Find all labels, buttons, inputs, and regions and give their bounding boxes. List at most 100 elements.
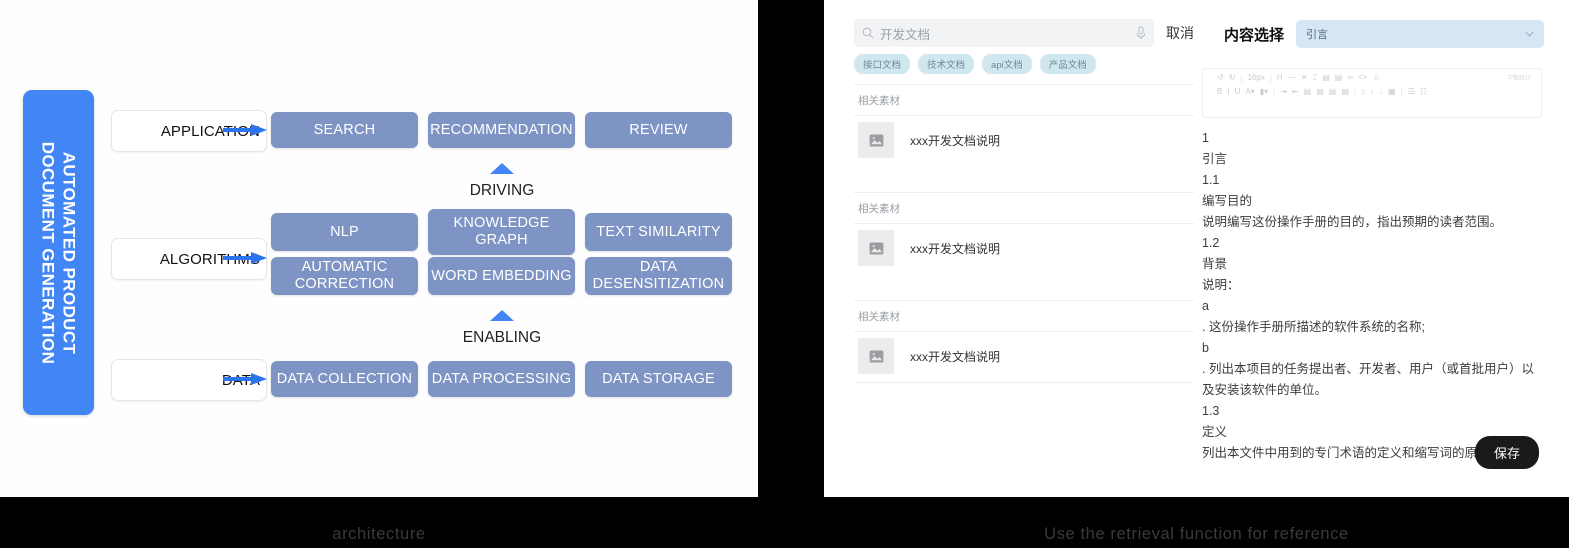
copy-icon[interactable]: ▤ bbox=[1322, 73, 1330, 83]
system-title-line-2: DOCUMENT GENERATION bbox=[38, 141, 58, 364]
page-title: 内容选择 bbox=[1224, 26, 1285, 44]
cell-data-collection[interactable]: DATA COLLECTION bbox=[271, 361, 418, 397]
cell-word-embedding[interactable]: WORD EMBEDDING bbox=[428, 257, 575, 295]
doc-line: . 列出本项目的任务提出者、开发者、用户（或首批用户）以及安装该软件的单位。 bbox=[1202, 362, 1534, 397]
caption-left: architecture bbox=[332, 525, 426, 543]
search-input[interactable]: 开发文档 bbox=[854, 19, 1154, 47]
subscript-icon[interactable]: ↓ bbox=[1379, 87, 1383, 97]
doc-line: . 这份操作手册所描述的软件系统的名称; bbox=[1202, 320, 1425, 334]
result-group: 相关素材 xxx开发文档说明 bbox=[854, 84, 1194, 166]
toolbar-divider: | bbox=[1240, 73, 1243, 83]
format-paint-icon[interactable]: ⌶ bbox=[1312, 73, 1317, 83]
cell-data-processing[interactable]: DATA PROCESSING bbox=[428, 361, 575, 397]
cell-recommendation[interactable]: RECOMMENDATION bbox=[428, 112, 575, 148]
filter-tag-interface-doc[interactable]: 接口文档 bbox=[854, 54, 911, 74]
microphone-icon[interactable] bbox=[1136, 26, 1146, 40]
code-icon[interactable]: <> bbox=[1358, 73, 1367, 83]
search-row: 开发文档 取消 bbox=[854, 18, 1194, 48]
toolbar-row-1: ↺ ↻ | 16px | H — ✕ ⌶ ▤ ▤ ∞ <> ☺ bbox=[1203, 69, 1541, 87]
cell-knowledge-graph-label: KNOWLEDGE GRAPH bbox=[453, 215, 550, 248]
superscript-icon[interactable]: ↑ bbox=[1370, 87, 1374, 97]
image-placeholder-icon bbox=[858, 338, 894, 374]
cell-data-desensitization-label: DATA DESENSITIZATION bbox=[592, 259, 725, 292]
clear-format-icon[interactable]: ✕ bbox=[1301, 73, 1308, 83]
image-placeholder-icon bbox=[858, 122, 894, 158]
system-title-text: AUTOMATED PRODUCT DOCUMENT GENERATION bbox=[38, 141, 80, 364]
cell-data-processing-label: DATA PROCESSING bbox=[431, 370, 572, 387]
redo-icon[interactable]: ↻ bbox=[1229, 73, 1236, 83]
doc-line: a bbox=[1202, 299, 1209, 313]
align-right-icon[interactable]: ▤ bbox=[1329, 87, 1337, 97]
cell-nlp-label: NLP bbox=[330, 223, 359, 240]
indent-icon[interactable]: ⇥ bbox=[1280, 87, 1287, 97]
cell-knowledge-graph[interactable]: KNOWLEDGE GRAPH bbox=[428, 209, 575, 255]
outdent-icon[interactable]: ⇤ bbox=[1292, 87, 1299, 97]
align-justify-icon[interactable]: ▤ bbox=[1341, 87, 1349, 97]
emoji-icon[interactable]: ☺ bbox=[1372, 73, 1380, 83]
filter-tag-api-doc[interactable]: api文档 bbox=[982, 54, 1032, 74]
list-item[interactable]: xxx开发文档说明 bbox=[854, 223, 1194, 274]
cell-review[interactable]: REVIEW bbox=[585, 112, 732, 148]
toolbar-row-2: B I U A▾ ▮▾ | ⇥ ⇤ ▤ ▤ ▤ ▤ | ↕ ↑ ↓ ▦ | ☰ … bbox=[1203, 87, 1541, 101]
cell-automatic-correction-label: AUTOMATIC CORRECTION bbox=[294, 259, 395, 292]
cell-data-desensitization[interactable]: DATA DESENSITIZATION bbox=[585, 257, 732, 295]
unordered-list-icon[interactable]: ☰ bbox=[1408, 87, 1415, 97]
cell-search[interactable]: SEARCH bbox=[271, 112, 418, 148]
doc-line: 背景 bbox=[1202, 257, 1228, 271]
align-center-icon[interactable]: ▤ bbox=[1316, 87, 1324, 97]
content-select-value: 引言 bbox=[1306, 29, 1329, 41]
driving-arrow-icon bbox=[490, 163, 514, 174]
minus-icon[interactable]: — bbox=[1288, 73, 1296, 83]
cell-data-storage[interactable]: DATA STORAGE bbox=[585, 361, 732, 397]
doc-line: 编写目的 bbox=[1202, 194, 1253, 208]
doc-line: b bbox=[1202, 341, 1209, 355]
line-height-icon[interactable]: ↕ bbox=[1361, 87, 1365, 97]
cell-word-embedding-label: WORD EMBEDDING bbox=[431, 267, 572, 284]
cell-automatic-correction[interactable]: AUTOMATIC CORRECTION bbox=[271, 257, 418, 295]
connector-driving-label: DRIVING bbox=[469, 182, 535, 199]
background-color-icon[interactable]: ▮▾ bbox=[1260, 87, 1268, 97]
heading-icon[interactable]: H bbox=[1277, 73, 1283, 83]
content-select-dropdown[interactable]: 引言 bbox=[1296, 20, 1544, 48]
system-title-line-1: AUTOMATED PRODUCT bbox=[59, 151, 79, 354]
arrow-application-icon bbox=[223, 124, 267, 136]
cell-recommendation-label: RECOMMENDATION bbox=[430, 121, 573, 138]
list-item[interactable]: xxx开发文档说明 bbox=[854, 115, 1194, 166]
system-title-banner: AUTOMATED PRODUCT DOCUMENT GENERATION bbox=[23, 90, 94, 415]
underline-icon[interactable]: U bbox=[1235, 87, 1241, 97]
text-color-icon[interactable]: A▾ bbox=[1245, 87, 1254, 97]
doc-line: 说明： bbox=[1202, 278, 1240, 292]
align-left-icon[interactable]: ▤ bbox=[1304, 87, 1312, 97]
toolbar-divider: | bbox=[1400, 87, 1403, 97]
list-item-title: xxx开发文档说明 bbox=[910, 133, 1001, 148]
italic-icon[interactable]: I bbox=[1227, 87, 1229, 97]
bold-icon[interactable]: B bbox=[1217, 87, 1222, 97]
caption-right: Use the retrieval function for reference bbox=[1044, 525, 1349, 543]
content-selection-header: 内容选择 引言 bbox=[1224, 20, 1544, 48]
result-group: 相关素材 xxx开发文档说明 bbox=[854, 300, 1194, 383]
list-item-title: xxx开发文档说明 bbox=[910, 241, 1001, 256]
doc-line: 1.1 bbox=[1202, 173, 1220, 187]
app-mock-panel: 开发文档 取消 接口文档 技术文档 api文档 产品文档 相关素材 xxx开发文… bbox=[824, 0, 1569, 497]
ordered-list-icon[interactable]: ☷ bbox=[1420, 87, 1427, 97]
result-group-title: 相关素材 bbox=[858, 311, 900, 323]
undo-icon[interactable]: ↺ bbox=[1217, 73, 1224, 83]
search-results-list: 相关素材 xxx开发文档说明 相关素材 xxx开发文档说明 相关素材 xxx开发… bbox=[854, 84, 1194, 383]
list-item[interactable]: xxx开发文档说明 bbox=[854, 331, 1194, 383]
link-icon[interactable]: ∞ bbox=[1347, 73, 1353, 83]
cell-review-label: REVIEW bbox=[629, 121, 688, 138]
filter-tag-product-doc[interactable]: 产品文档 bbox=[1039, 54, 1096, 74]
doc-line: 1.2 bbox=[1202, 236, 1220, 250]
doc-line: 1.3 bbox=[1202, 404, 1220, 418]
save-button[interactable]: 保存 bbox=[1474, 436, 1539, 469]
cell-nlp[interactable]: NLP bbox=[271, 213, 418, 251]
table-icon[interactable]: ▦ bbox=[1388, 87, 1396, 97]
paste-icon[interactable]: ▤ bbox=[1335, 73, 1343, 83]
toolbar-divider: | bbox=[1273, 87, 1276, 97]
cancel-button[interactable]: 取消 bbox=[1166, 23, 1194, 43]
filter-tag-technical-doc[interactable]: 技术文档 bbox=[918, 54, 975, 74]
font-size-selector[interactable]: 16px bbox=[1247, 73, 1264, 83]
cell-text-similarity[interactable]: TEXT SIMILARITY bbox=[585, 213, 732, 251]
rich-text-editor-toolbar: 字数统计 ↺ ↻ | 16px | H — ✕ ⌶ ▤ ▤ ∞ <> ☺ B I… bbox=[1202, 68, 1542, 118]
document-body[interactable]: 1 引言 1.1 编写目的 说明编写这份操作手册的目的，指出预期的读者范围。 1… bbox=[1202, 128, 1542, 464]
